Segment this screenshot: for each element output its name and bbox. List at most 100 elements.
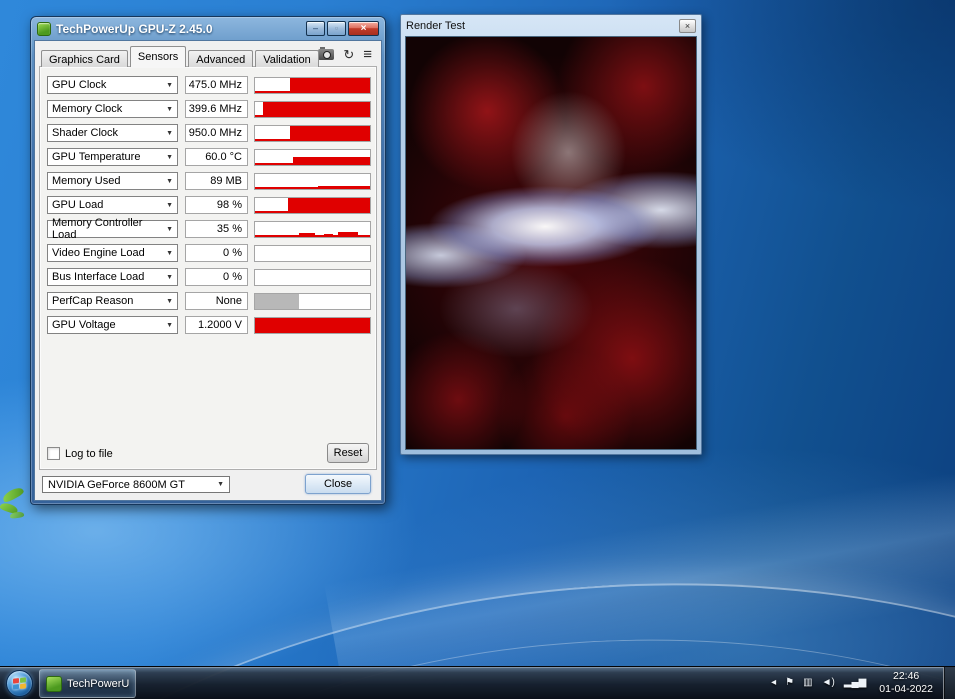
sensor-select[interactable]: Video Engine Load ▼: [47, 244, 178, 262]
sensor-row: Video Engine Load ▼ 0 %: [47, 244, 376, 262]
tab-sensors[interactable]: Sensors: [129, 46, 187, 67]
sensor-select[interactable]: Memory Used ▼: [47, 172, 178, 190]
gpu-selector-dropdown[interactable]: NVIDIA GeForce 8600M GT ▼: [42, 476, 230, 493]
close-icon[interactable]: ×: [348, 21, 379, 36]
render-test-titlebar[interactable]: Render Test ×: [405, 17, 697, 34]
chevron-down-icon: ▼: [166, 225, 173, 233]
render-test-viewport: [405, 36, 697, 450]
sensor-select[interactable]: Memory Controller Load ▼: [47, 217, 178, 241]
sensor-row: Shader Clock ▼ 950.0 MHz: [47, 124, 376, 142]
sensor-value: 0 %: [185, 268, 248, 286]
sensor-select[interactable]: GPU Voltage ▼: [47, 316, 178, 334]
sensor-value: 399.6 MHz: [185, 100, 248, 118]
sensor-row: GPU Voltage ▼ 1.2000 V: [47, 316, 376, 334]
sensor-select[interactable]: Shader Clock ▼: [47, 124, 178, 142]
sensor-graph: [254, 316, 371, 334]
sensor-value: 475.0 MHz: [185, 76, 248, 94]
refresh-icon[interactable]: ↻: [343, 48, 354, 61]
screenshot-camera-icon[interactable]: [318, 46, 335, 60]
power-plug-icon[interactable]: ▥: [803, 678, 812, 688]
sensor-value: 98 %: [185, 196, 248, 214]
sensor-label: Bus Interface Load: [52, 271, 145, 283]
sensor-label: GPU Temperature: [52, 151, 141, 163]
sensor-label: Video Engine Load: [52, 247, 145, 259]
sensor-graph: [254, 148, 371, 166]
sensor-label: Memory Used: [52, 175, 121, 187]
taskbar-app-gpuz[interactable]: TechPowerUp GP...: [39, 669, 136, 698]
chevron-down-icon: ▼: [166, 201, 173, 209]
sensor-value: None: [185, 292, 248, 310]
network-signal-icon[interactable]: ▂▄▆: [844, 678, 866, 688]
sensor-row: GPU Clock ▼ 475.0 MHz: [47, 76, 376, 94]
hidden-icons-chevron-icon[interactable]: ◂: [771, 678, 776, 688]
render-test-title: Render Test: [406, 19, 466, 32]
sensor-row: GPU Temperature ▼ 60.0 °C: [47, 148, 376, 166]
sensor-rows: GPU Clock ▼ 475.0 MHz Memory Clock ▼ 399.6 MH…: [40, 67, 376, 334]
log-to-file-label: Log to file: [65, 447, 113, 460]
sensor-label: PerfCap Reason: [52, 295, 134, 307]
action-center-flag-icon[interactable]: ⚑: [785, 678, 794, 688]
clock-time: 22:46: [893, 670, 920, 682]
chevron-down-icon: ▼: [166, 105, 173, 113]
desktop: Render Test × TechPowerUp GPU-Z 2.45.0 –…: [0, 0, 955, 699]
sensor-value: 60.0 °C: [185, 148, 248, 166]
sensor-select[interactable]: PerfCap Reason ▼: [47, 292, 178, 310]
sensor-row: Memory Used ▼ 89 MB: [47, 172, 376, 190]
gpuz-app-icon: [46, 675, 62, 692]
volume-icon[interactable]: ◄): [822, 678, 835, 688]
sensor-label: GPU Voltage: [52, 319, 116, 331]
tab-advanced[interactable]: Advanced: [188, 50, 254, 67]
sensor-label: Shader Clock: [52, 127, 119, 139]
sensor-value: 1.2000 V: [185, 316, 248, 334]
windows-flag-icon: [13, 676, 26, 690]
sensor-graph: [254, 100, 371, 118]
sensor-label: GPU Clock: [52, 79, 107, 91]
tab-validation[interactable]: Validation: [255, 50, 319, 67]
tab-graphics-card[interactable]: Graphics Card: [41, 50, 128, 67]
sensor-row: Memory Clock ▼ 399.6 MHz: [47, 100, 376, 118]
sensor-label: Memory Controller Load: [52, 217, 143, 241]
sensor-graph: [254, 172, 371, 190]
sensor-select[interactable]: Bus Interface Load ▼: [47, 268, 178, 286]
sensor-graph: [254, 196, 371, 214]
chevron-down-icon: ▼: [166, 273, 173, 281]
clock-date: 01-04-2022: [879, 683, 933, 695]
chevron-down-icon: ▼: [166, 153, 173, 161]
chevron-down-icon: ▼: [166, 81, 173, 89]
gpuz-client-area: Graphics Card Sensors Advanced Validation ↻…: [34, 40, 382, 501]
gpuz-app-icon: [37, 21, 51, 36]
chevron-down-icon: ▼: [166, 297, 173, 305]
sensor-graph: [254, 244, 371, 262]
log-to-file-checkbox[interactable]: [47, 447, 60, 460]
sensor-value: 89 MB: [185, 172, 248, 190]
minimize-button[interactable]: –: [306, 21, 325, 36]
chevron-down-icon: ▼: [217, 481, 224, 488]
sensor-value: 950.0 MHz: [185, 124, 248, 142]
chevron-down-icon: ▼: [166, 321, 173, 329]
sensor-row: GPU Load ▼ 98 %: [47, 196, 376, 214]
gpu-selector-value: NVIDIA GeForce 8600M GT: [48, 478, 185, 491]
close-button[interactable]: ×: [679, 18, 696, 33]
sensor-value: 35 %: [185, 220, 248, 238]
menu-icon[interactable]: ≡: [363, 47, 372, 62]
chevron-down-icon: ▼: [166, 177, 173, 185]
start-button[interactable]: [6, 670, 33, 697]
sensor-select[interactable]: GPU Load ▼: [47, 196, 178, 214]
sensor-row: Memory Controller Load ▼ 35 %: [47, 217, 376, 241]
sensor-row: PerfCap Reason ▼ None: [47, 292, 376, 310]
render-test-window: Render Test ×: [400, 14, 702, 455]
taskbar: TechPowerUp GP... ◂ ⚑ ▥ ◄) ▂▄▆ 22:46 01-04-2…: [0, 666, 955, 699]
close-button[interactable]: Close: [305, 474, 371, 494]
gpuz-tabs: Graphics Card Sensors Advanced Validation: [41, 46, 321, 67]
sensor-graph: [254, 220, 371, 238]
window-title: TechPowerUp GPU-Z 2.45.0: [56, 21, 213, 36]
sensor-label: Memory Clock: [52, 103, 123, 115]
gpuz-titlebar[interactable]: TechPowerUp GPU-Z 2.45.0 – ▫ ×: [34, 17, 382, 40]
sensor-select[interactable]: GPU Clock ▼: [47, 76, 178, 94]
sensor-select[interactable]: GPU Temperature ▼: [47, 148, 178, 166]
show-desktop-button[interactable]: [943, 666, 955, 699]
taskbar-clock[interactable]: 22:46 01-04-2022: [879, 670, 933, 696]
sensor-select[interactable]: Memory Clock ▼: [47, 100, 178, 118]
chevron-down-icon: ▼: [166, 249, 173, 257]
reset-button[interactable]: Reset: [327, 443, 369, 463]
